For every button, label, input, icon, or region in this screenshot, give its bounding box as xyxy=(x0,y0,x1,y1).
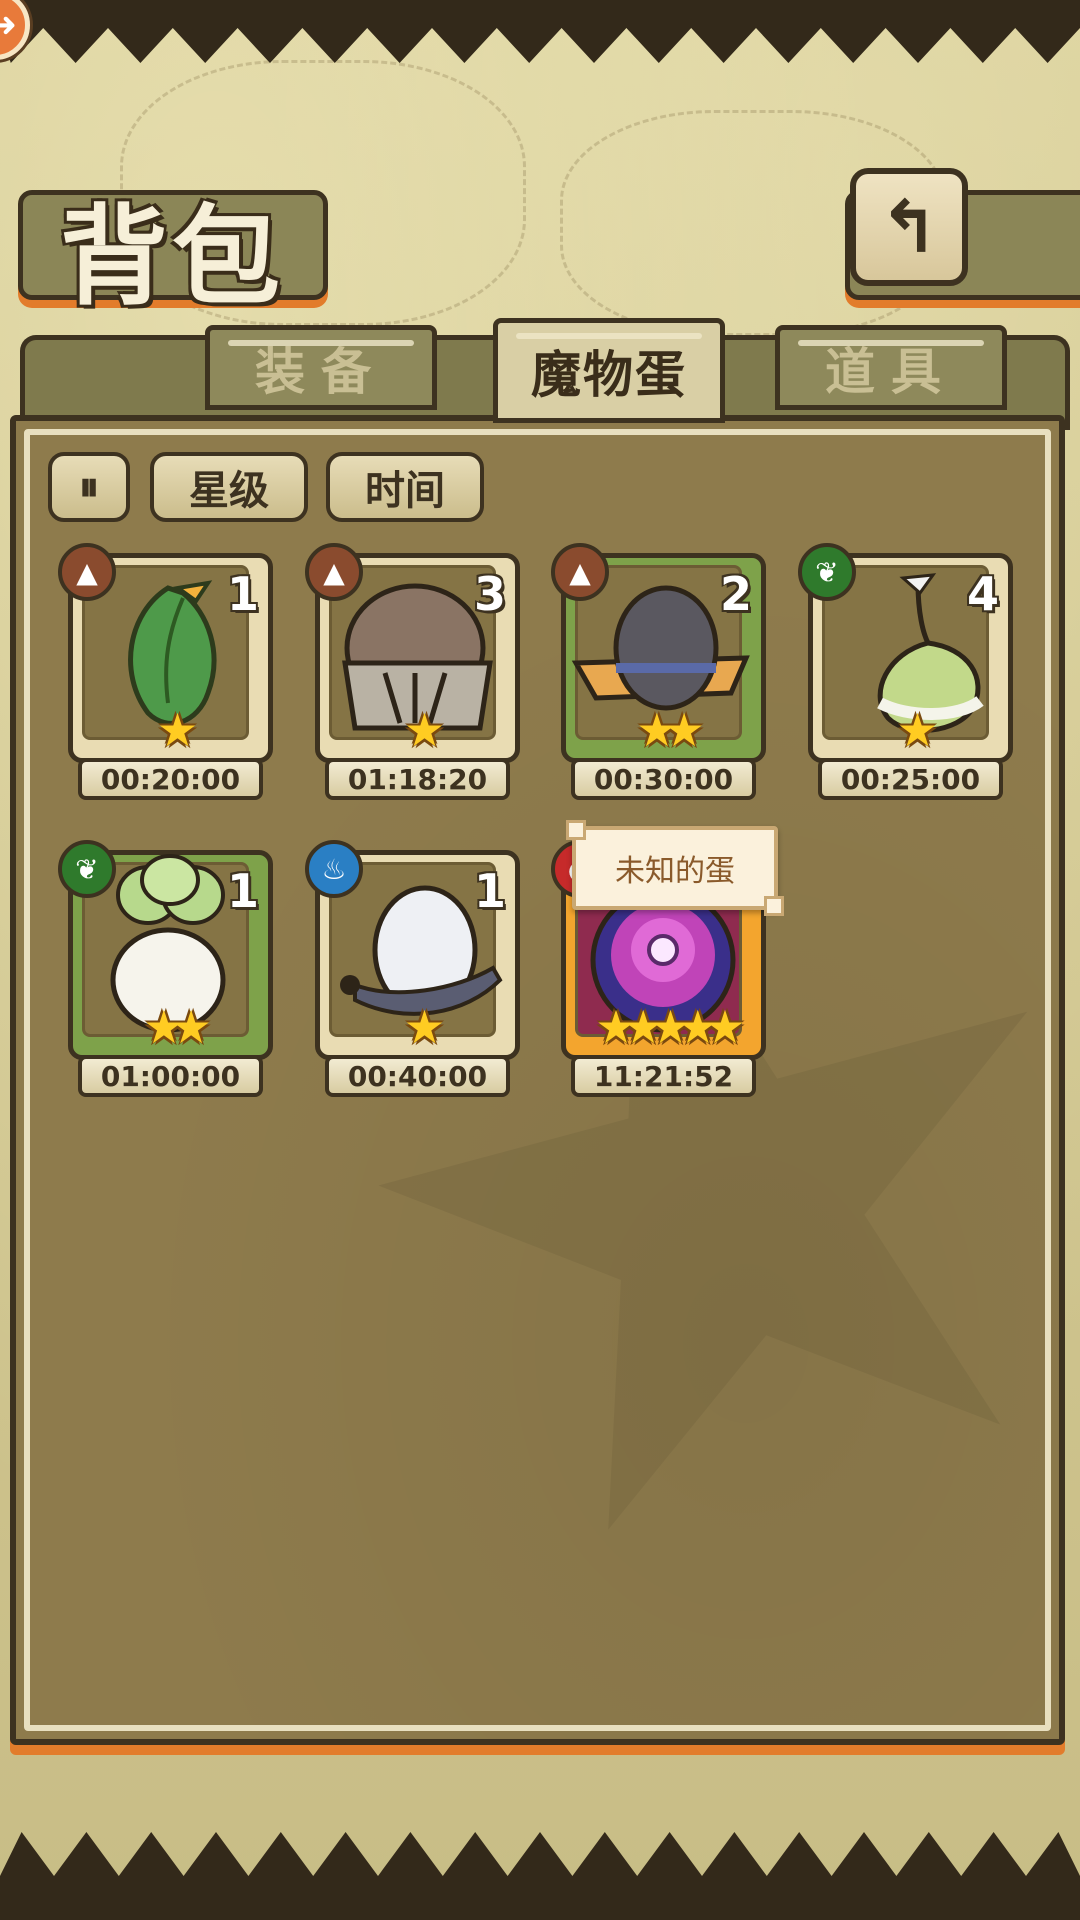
tab-equipment[interactable]: 装备 xyxy=(205,325,437,410)
egg-card[interactable]: ❦ 4 ★ 00:25:00 xyxy=(798,543,1013,803)
egg-card[interactable]: ▲ 2 ★★ 00:30:00 xyxy=(551,543,766,803)
star-rating: ★ xyxy=(403,1000,445,1054)
hatch-timer: 00:30:00 xyxy=(571,758,756,800)
star-rating: ★ xyxy=(896,703,938,757)
earth-element-icon: ▲ xyxy=(305,543,363,601)
steam-element-icon: ♨ xyxy=(305,840,363,898)
hatch-timer: 00:25:00 xyxy=(818,758,1003,800)
tab-items[interactable]: 道具 xyxy=(775,325,1007,410)
sort-order-button[interactable]: ⏸ xyxy=(48,452,130,522)
egg-count: 1 xyxy=(226,864,259,918)
back-button[interactable]: ↰ xyxy=(850,168,968,286)
egg-card[interactable]: ❦ 1 ★★ 01:00:00 xyxy=(58,840,273,1100)
egg-count: 1 xyxy=(473,864,506,918)
leaf-element-icon: ❦ xyxy=(58,840,116,898)
egg-card[interactable]: ▲ 3 ★ 01:18:20 xyxy=(305,543,520,803)
earth-element-icon: ▲ xyxy=(551,543,609,601)
egg-name-tooltip: 未知的蛋 xyxy=(566,820,784,916)
sort-by-star-button[interactable]: 星级 xyxy=(150,452,308,522)
hatch-timer: 11:21:52 xyxy=(571,1055,756,1097)
leaf-element-icon: ❦ xyxy=(798,543,856,601)
egg-count: 4 xyxy=(966,567,999,621)
page-title: 背包 xyxy=(60,194,285,320)
hatch-timer: 01:00:00 xyxy=(78,1055,263,1097)
star-rating: ★★★★★ xyxy=(595,1000,745,1054)
star-rating: ★★ xyxy=(636,703,704,757)
sort-order-icon: ⏸ xyxy=(79,464,99,510)
egg-count: 1 xyxy=(226,567,259,621)
return-arrow-icon: ↰ xyxy=(878,185,940,269)
egg-count: 2 xyxy=(719,567,752,621)
tab-monster-egg[interactable]: 魔物蛋 xyxy=(493,318,725,423)
hatch-timer: 00:40:00 xyxy=(325,1055,510,1097)
hatch-timer: 00:20:00 xyxy=(78,758,263,800)
top-border xyxy=(0,0,1080,63)
egg-card[interactable]: ♨ 1 ★ 00:40:00 xyxy=(305,840,520,1100)
earth-element-icon: ▲ xyxy=(58,543,116,601)
bottom-border xyxy=(0,1832,1080,1920)
star-rating: ★ xyxy=(156,703,198,757)
hatch-timer: 01:18:20 xyxy=(325,758,510,800)
egg-count: 3 xyxy=(473,567,506,621)
sort-by-time-button[interactable]: 时间 xyxy=(326,452,484,522)
corner-arrow-icon[interactable]: ➜ xyxy=(0,0,30,60)
egg-card[interactable]: ▲ 1 ★ 00:20:00 xyxy=(58,543,273,803)
game-screen: ➜ 背包 ↰ 装备 魔物蛋 道具 ⏸ 星级 时间 ▲ 1 ★ 00:20:00 xyxy=(0,0,1080,1920)
star-rating: ★★ xyxy=(143,1000,211,1054)
star-rating: ★ xyxy=(403,703,445,757)
